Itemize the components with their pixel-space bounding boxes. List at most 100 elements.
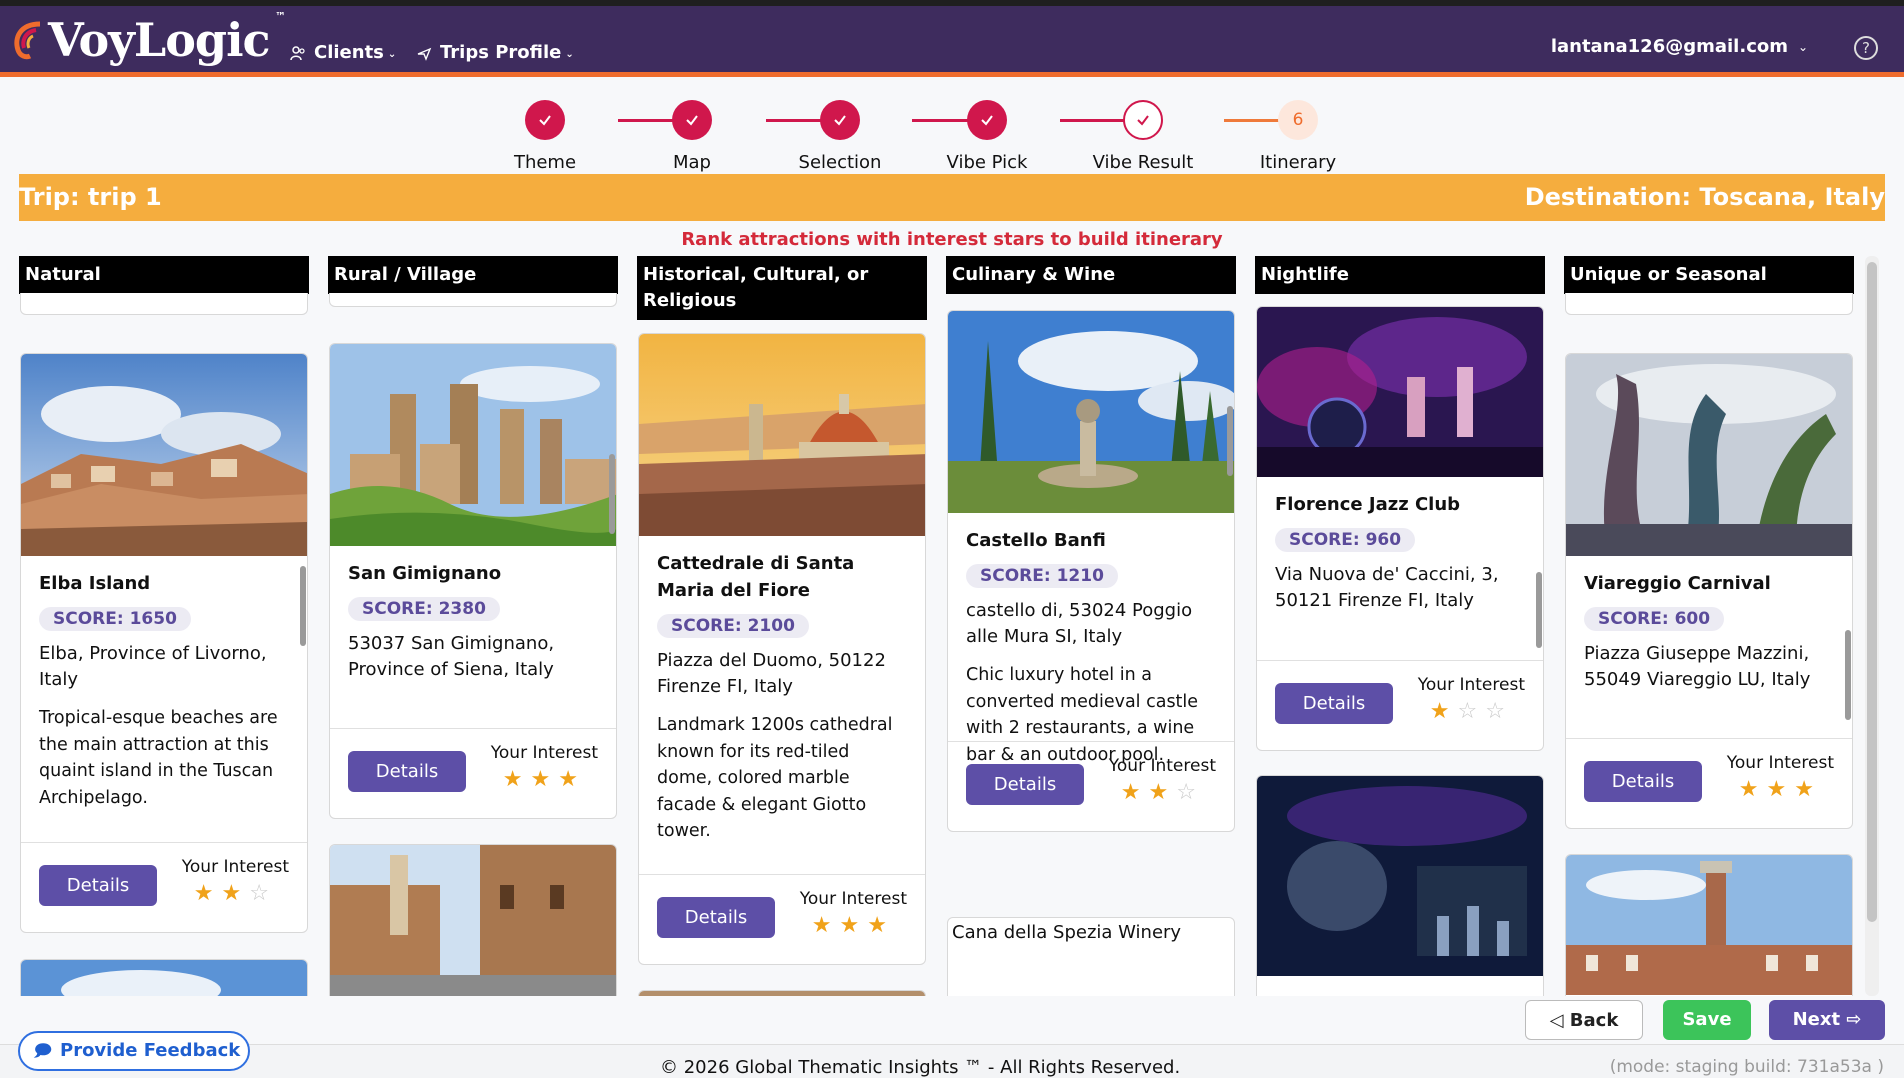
step-label: Theme [513, 152, 577, 173]
star-icon[interactable]: ★ [1739, 777, 1767, 802]
attraction-card [1565, 854, 1853, 996]
back-button[interactable]: ◁ Back [1525, 1000, 1643, 1040]
board-scrollbar-track[interactable] [1865, 256, 1879, 996]
details-button[interactable]: Details [1584, 761, 1702, 802]
star-outline-icon[interactable]: ☆ [1485, 699, 1513, 724]
step-vibe-pick[interactable]: Vibe Pick [917, 100, 1057, 173]
step-theme[interactable]: Theme [475, 100, 615, 173]
step-label: Map [673, 152, 711, 173]
copyright-text: © 2026 Global Thematic Insights ™ - All … [660, 1057, 1181, 1078]
star-icon[interactable]: ★ [558, 767, 586, 792]
star-icon[interactable]: ★ [531, 767, 559, 792]
column-scrollbar[interactable] [1536, 572, 1542, 648]
chevron-down-icon[interactable]: ⌄ [1798, 40, 1808, 54]
star-icon[interactable]: ★ [1767, 777, 1795, 802]
attraction-image [1257, 776, 1543, 976]
star-icon[interactable]: ★ [503, 767, 531, 792]
help-icon[interactable]: ? [1854, 36, 1878, 60]
score-badge: SCORE: 960 [1275, 528, 1416, 552]
details-button[interactable]: Details [348, 751, 466, 792]
interest-label: Your Interest [490, 743, 598, 763]
star-icon[interactable]: ★ [867, 913, 895, 938]
step-selection[interactable]: Selection [770, 100, 910, 173]
step-vibe-result[interactable]: Vibe Result [1073, 100, 1213, 173]
nav-clients[interactable]: Clients ⌄ [290, 42, 396, 63]
star-icon[interactable]: ★ [1121, 780, 1149, 805]
check-icon [672, 100, 712, 140]
logo[interactable]: VoyLogic ™ [10, 10, 286, 68]
details-button[interactable]: Details [1275, 683, 1393, 724]
instruction-text: Rank attractions with interest stars to … [681, 229, 1223, 250]
star-icon[interactable]: ★ [222, 881, 250, 906]
category-column-rural-village: Rural / Village San Gimignano SCORE: 238… [328, 256, 618, 996]
interest-label: Your Interest [181, 857, 289, 877]
score-badge: SCORE: 2100 [657, 614, 809, 638]
star-rating[interactable]: ★★★ [1727, 777, 1834, 802]
card-footer: Details Your Interest ★★★ [1566, 738, 1852, 828]
save-button[interactable]: Save [1663, 1000, 1751, 1040]
column-header: Natural [19, 256, 309, 294]
column-scrollbar[interactable] [1845, 630, 1851, 720]
progress-stepper: Theme Map Selection Vibe Pick Vibe Resul… [514, 100, 1390, 175]
attraction-address: Via Nuova de' Caccini, 3, 50121 Firenze … [1275, 564, 1499, 611]
attraction-card [20, 959, 308, 996]
attraction-title: Castello Banfi [966, 530, 1106, 551]
attraction-card: Castello Banfi SCORE: 1210 castello di, … [947, 310, 1235, 832]
star-icon[interactable]: ★ [840, 913, 868, 938]
user-email-menu[interactable]: lantana126@gmail.com [1551, 36, 1788, 57]
attraction-image [21, 354, 307, 556]
star-icon[interactable]: ★ [1430, 699, 1458, 724]
card-footer: Details Your Interest ★★★ [639, 874, 925, 964]
category-column-natural: Natural Elba Island SCORE: 1650 Elba, Pr… [19, 256, 309, 996]
attraction-description: Tropical-esque beaches are the main attr… [39, 708, 278, 808]
star-outline-icon[interactable]: ☆ [249, 881, 277, 906]
attraction-image [639, 334, 925, 536]
column-header: Rural / Village [328, 256, 618, 294]
column-scrollbar[interactable] [1227, 406, 1233, 476]
top-navbar: VoyLogic ™ Clients ⌄ Trips Profile ⌄ lan… [0, 0, 1904, 77]
star-rating[interactable]: ★★☆ [182, 881, 289, 906]
nav-trips-profile-label: Trips Profile [440, 42, 562, 63]
column-scrollbar[interactable] [300, 566, 306, 646]
details-button[interactable]: Details [966, 764, 1084, 805]
star-outline-icon[interactable]: ☆ [1176, 780, 1204, 805]
step-number: 6 [1278, 100, 1318, 140]
star-outline-icon[interactable]: ☆ [1458, 699, 1486, 724]
card-footer: Details Your Interest ★★★ [330, 728, 616, 818]
step-map[interactable]: Map [622, 100, 762, 173]
column-scrollbar[interactable] [609, 454, 615, 534]
details-button[interactable]: Details [657, 897, 775, 938]
attraction-card: Cattedrale di Santa Maria del Fiore SCOR… [638, 333, 926, 965]
star-rating[interactable]: ★☆☆ [1418, 699, 1525, 724]
attraction-address: Elba, Province of Livorno, Italy [39, 643, 267, 690]
board-scrollbar-thumb[interactable] [1867, 262, 1877, 922]
chevron-down-icon: ⌄ [565, 49, 574, 60]
plane-icon [417, 47, 432, 61]
star-icon[interactable]: ★ [1149, 780, 1177, 805]
interest-rating: Your Interest ★★☆ [182, 857, 289, 906]
star-icon[interactable]: ★ [812, 913, 840, 938]
column-header: Culinary & Wine [946, 256, 1236, 294]
column-header: Unique or Seasonal [1564, 256, 1854, 294]
star-icon[interactable]: ★ [1794, 777, 1822, 802]
attraction-title: Florence Jazz Club [1275, 494, 1461, 515]
logo-trademark: ™ [275, 10, 286, 23]
attraction-image [330, 845, 616, 996]
nav-trips-profile[interactable]: Trips Profile ⌄ [416, 42, 574, 63]
trip-destination: Destination: Toscana, Italy [1524, 183, 1885, 211]
build-info: (mode: staging build: 731a53a ) [1609, 1057, 1884, 1077]
details-button[interactable]: Details [39, 865, 157, 906]
star-icon[interactable]: ★ [194, 881, 222, 906]
attractions-board: Natural Elba Island SCORE: 1650 Elba, Pr… [19, 256, 1889, 996]
attraction-image [1566, 354, 1852, 556]
provide-feedback-button[interactable]: 🗩 Provide Feedback [18, 1031, 250, 1071]
interest-label: Your Interest [1108, 756, 1216, 776]
next-button[interactable]: Next ⇨ [1769, 1000, 1885, 1040]
star-rating[interactable]: ★★★ [800, 913, 907, 938]
star-rating[interactable]: ★★★ [491, 767, 598, 792]
step-itinerary[interactable]: 6 Itinerary [1228, 100, 1368, 173]
card-stub [329, 293, 617, 307]
category-column-historical: Historical, Cultural, or Religious Catte… [637, 256, 927, 996]
check-icon [967, 100, 1007, 140]
star-rating[interactable]: ★★☆ [1109, 780, 1216, 805]
